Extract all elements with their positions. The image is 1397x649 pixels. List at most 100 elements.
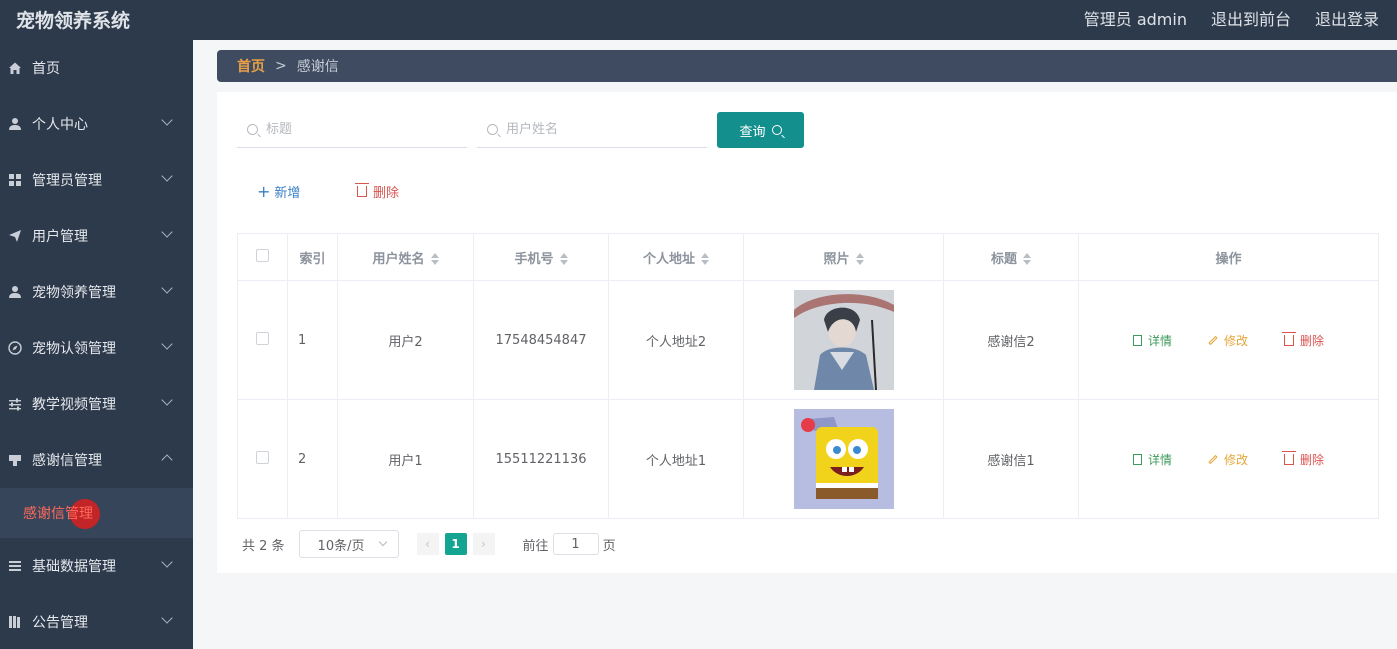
cell-title: 感谢信2 xyxy=(943,280,1079,400)
cell-username: 用户1 xyxy=(337,399,474,519)
home-icon xyxy=(8,61,22,75)
trash-icon xyxy=(355,183,369,197)
sidebar-item-personal-center[interactable]: 个人中心 xyxy=(0,96,193,152)
cell-phone: 17548454847 xyxy=(473,280,609,400)
cell-photo xyxy=(743,399,944,519)
row-select-cell[interactable] xyxy=(237,280,288,400)
sidebar-item-user-management[interactable]: 用户管理 xyxy=(0,208,193,264)
header-address[interactable]: 个人地址 xyxy=(608,233,744,281)
exit-to-front-link[interactable]: 退出到前台 xyxy=(1211,6,1291,30)
sort-icon[interactable] xyxy=(559,253,568,265)
chevron-down-icon xyxy=(161,612,173,624)
pagination: 共 2 条 10条/页 ‹ 1 › 前往 页 xyxy=(242,530,616,558)
query-button-label: 查询 xyxy=(739,124,766,140)
trash-icon xyxy=(1282,331,1296,346)
trash-icon xyxy=(1282,450,1296,465)
row-checkbox[interactable] xyxy=(256,331,269,345)
sidebar-item-label: 宠物领养管理 xyxy=(32,285,116,301)
add-button[interactable]: + 新增 xyxy=(257,182,300,201)
document-icon xyxy=(1132,453,1142,465)
edit-button[interactable]: 修改 xyxy=(1208,332,1248,349)
cell-username: 用户2 xyxy=(337,280,474,400)
row-checkbox[interactable] xyxy=(256,450,269,464)
detail-button[interactable]: 详情 xyxy=(1132,332,1172,349)
cell-operations: 详情 修改 删除 xyxy=(1078,280,1379,400)
page-number-current[interactable]: 1 xyxy=(444,533,467,555)
username-search-field[interactable] xyxy=(477,111,707,148)
submenu-item-thank-letter[interactable]: 感谢信管理 xyxy=(0,488,193,538)
sort-icon[interactable] xyxy=(430,253,439,265)
title-search-field[interactable] xyxy=(237,111,467,148)
breadcrumb: 首页 > 感谢信 xyxy=(217,50,1397,82)
row-select-cell[interactable] xyxy=(237,399,288,519)
username-search-input[interactable] xyxy=(506,121,686,137)
sidebar-item-label: 个人中心 xyxy=(32,117,88,133)
table-row: 2 用户1 15511221136 个人地址1 感谢信1 详情 修改 删除 xyxy=(237,399,1379,519)
sidebar-item-pet-claim-management[interactable]: 宠物认领管理 xyxy=(0,320,193,376)
detail-button[interactable]: 详情 xyxy=(1132,451,1172,468)
chevron-up-icon xyxy=(161,454,173,466)
breadcrumb-current: 感谢信 xyxy=(296,59,339,75)
add-button-label: 新增 xyxy=(274,186,301,201)
header-title[interactable]: 标题 xyxy=(943,233,1079,281)
sidebar-item-label: 首页 xyxy=(32,61,60,77)
chevron-down-icon xyxy=(161,114,173,126)
edit-icon xyxy=(1208,454,1218,464)
delete-button[interactable]: 删除 xyxy=(1282,450,1324,468)
batch-delete-button[interactable]: 删除 xyxy=(355,182,400,201)
photo-cartoon-sponge[interactable] xyxy=(793,409,894,509)
page-size-select[interactable]: 10条/页 xyxy=(298,530,399,558)
sidebar-item-home[interactable]: 首页 xyxy=(0,40,193,96)
user-icon xyxy=(8,285,22,299)
plus-icon: + xyxy=(257,181,271,201)
header-photo[interactable]: 照片 xyxy=(743,233,944,281)
sidebar-item-pet-adoption-management[interactable]: 宠物领养管理 xyxy=(0,264,193,320)
header-operations: 操作 xyxy=(1078,233,1379,281)
select-all-cell[interactable] xyxy=(237,233,288,281)
sidebar-item-teaching-video-management[interactable]: 教学视频管理 xyxy=(0,376,193,432)
query-button[interactable]: 查询 xyxy=(717,112,804,148)
compass-icon xyxy=(8,341,22,355)
cell-address: 个人地址1 xyxy=(608,399,744,519)
edit-icon xyxy=(1208,335,1218,345)
chevron-down-icon xyxy=(161,170,173,182)
sidebar-item-basic-data-management[interactable]: 基础数据管理 xyxy=(0,538,193,594)
sort-icon[interactable] xyxy=(855,253,864,265)
header-phone[interactable]: 手机号 xyxy=(473,233,609,281)
total-count: 共 2 条 xyxy=(242,538,285,554)
goto-suffix: 页 xyxy=(602,538,616,554)
cell-address: 个人地址2 xyxy=(608,280,744,400)
title-search-input[interactable] xyxy=(266,121,446,137)
chevron-down-icon xyxy=(161,556,173,568)
goto-page: 前往 页 xyxy=(523,533,616,555)
thank-letter-table: 索引 用户姓名 手机号 个人地址 照片 标题 操作 1 用户2 17548454… xyxy=(237,233,1379,519)
header-actions: 管理员 admin 退出到前台 退出登录 xyxy=(1084,6,1379,30)
logout-link[interactable]: 退出登录 xyxy=(1315,6,1379,30)
list-icon xyxy=(8,559,22,573)
select-all-checkbox[interactable] xyxy=(256,248,269,262)
sidebar-item-label: 感谢信管理 xyxy=(32,453,102,469)
batch-delete-label: 删除 xyxy=(373,186,400,201)
edit-button[interactable]: 修改 xyxy=(1208,451,1248,468)
sidebar-item-thank-letter-management[interactable]: 感谢信管理 xyxy=(0,432,193,488)
sort-icon[interactable] xyxy=(1023,253,1031,265)
sidebar-item-label: 管理员管理 xyxy=(32,173,102,189)
sort-icon[interactable] xyxy=(701,253,709,265)
search-icon xyxy=(487,123,498,135)
photo-person-umbrella[interactable] xyxy=(793,290,894,390)
sidebar-item-label: 教学视频管理 xyxy=(32,397,116,413)
cell-index: 2 xyxy=(287,399,338,519)
header-username[interactable]: 用户姓名 xyxy=(337,233,474,281)
table-header-row: 索引 用户姓名 手机号 个人地址 照片 标题 操作 xyxy=(237,233,1379,281)
header-index: 索引 xyxy=(287,233,338,281)
sidebar-item-admin-management[interactable]: 管理员管理 xyxy=(0,152,193,208)
admin-user-label[interactable]: 管理员 admin xyxy=(1084,6,1187,30)
goto-page-input[interactable] xyxy=(552,533,599,555)
content-panel: 查询 + 新增 删除 索引 用户姓名 手机号 个人地址 照片 标题 操作 1 xyxy=(217,92,1397,573)
breadcrumb-home[interactable]: 首页 xyxy=(237,56,265,76)
cell-phone: 15511221136 xyxy=(473,399,609,519)
delete-button[interactable]: 删除 xyxy=(1282,331,1324,349)
prev-page-button[interactable]: ‹ xyxy=(416,533,439,555)
sidebar-item-notice-management[interactable]: 公告管理 xyxy=(0,594,193,649)
next-page-button[interactable]: › xyxy=(472,533,495,555)
